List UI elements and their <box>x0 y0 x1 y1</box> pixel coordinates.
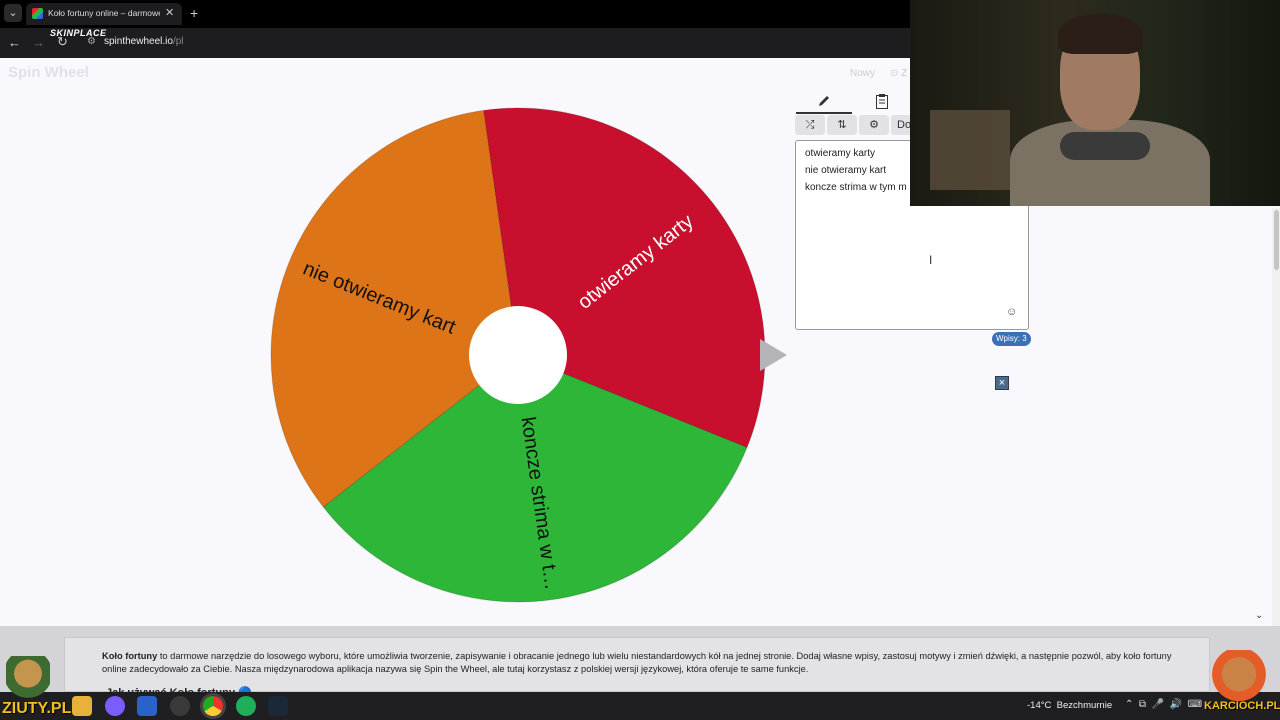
scrollbar-thumb[interactable] <box>1274 210 1279 270</box>
tab-results[interactable] <box>854 90 910 114</box>
calendar-icon[interactable] <box>137 696 157 716</box>
obs-icon[interactable] <box>170 696 190 716</box>
emoji-icon[interactable]: ☺ <box>1006 306 1017 318</box>
weather-temp: -14°C <box>1027 700 1052 711</box>
back-arrow-icon[interactable]: ← <box>8 35 21 50</box>
site-logo[interactable]: Spin Wheel <box>8 64 89 81</box>
settings-button[interactable]: ⚙ <box>859 115 889 135</box>
chrome-icon[interactable] <box>203 696 223 716</box>
spin-wheel[interactable]: otwieramy kartynie otwieramy kartkoncze … <box>270 106 790 606</box>
webcam-shelf <box>930 110 1010 190</box>
chevron-down-icon[interactable]: ⌄ <box>1255 610 1263 621</box>
app-green-icon[interactable] <box>236 696 256 716</box>
weather-desc: Bezchmurnie <box>1056 700 1113 711</box>
steam-icon[interactable] <box>268 696 288 716</box>
shuffle-button[interactable]: ⤮ <box>795 115 825 135</box>
site-info-icon[interactable]: ⚙ <box>87 36 96 47</box>
tab-title: Koło fortuny online – darmowe <box>48 8 160 18</box>
pencil-icon <box>819 96 829 106</box>
file-explorer-icon[interactable] <box>72 696 92 716</box>
system-tray[interactable]: ⌃ ⧉ 🎤 🔊 ⌨ <box>1125 699 1202 710</box>
forward-arrow-icon[interactable]: → <box>32 35 45 50</box>
mascot-left-logo <box>6 656 50 700</box>
entries-toolbar: ⤮ ⇅ ⚙ Do <box>795 115 915 137</box>
nav-save-button[interactable]: ⊙ Z <box>890 68 907 79</box>
url-host: spinthewheel.io <box>104 36 173 47</box>
brand-left-logo: ZIUTY.PL <box>2 700 72 717</box>
url-path: /pl <box>172 36 184 47</box>
url-field[interactable]: spinthewheel.io/pl <box>104 36 184 47</box>
browser-tab[interactable]: Koło fortuny online – darmowe ✕ <box>26 3 182 25</box>
sort-button[interactable]: ⇅ <box>827 115 857 135</box>
info-bold-lead: Koło fortuny <box>102 651 158 661</box>
wheel-pointer <box>760 339 787 371</box>
close-tab-icon[interactable]: ✕ <box>165 7 174 19</box>
microphone-icon <box>1060 132 1150 160</box>
new-tab-button[interactable]: + <box>190 5 198 21</box>
brand-right-logo: KARCIOCH.PL <box>1204 700 1280 712</box>
webcam-hair <box>1058 14 1142 54</box>
wheel-center[interactable] <box>469 306 567 404</box>
extension-badge: SKINPLACE <box>50 28 107 38</box>
scrollbar[interactable] <box>1272 208 1280 626</box>
clipboard-icon <box>876 94 888 109</box>
entries-count-badge: Wpisy: 3 <box>992 332 1031 346</box>
info-body: to darmowe narzędzie do losowego wyboru,… <box>102 651 1172 674</box>
mascot-right-logo <box>1206 650 1272 704</box>
webcam-overlay <box>910 0 1280 206</box>
text-cursor-icon: I <box>929 253 933 267</box>
weather-widget[interactable]: -14°C Bezchmurnie <box>1027 700 1112 711</box>
info-paragraph: Koło fortuny to darmowe narzędzie do los… <box>102 650 1182 676</box>
messenger-icon[interactable] <box>105 696 125 716</box>
close-button[interactable]: × <box>995 376 1009 390</box>
tab-search-button[interactable]: ⌄ <box>4 4 22 22</box>
nav-new-button[interactable]: Nowy <box>850 68 875 79</box>
favicon-icon <box>32 8 43 19</box>
tab-entries-edit[interactable] <box>796 90 852 114</box>
taskbar: -14°C Bezchmurnie ⌃ ⧉ 🎤 🔊 ⌨ <box>0 692 1280 720</box>
